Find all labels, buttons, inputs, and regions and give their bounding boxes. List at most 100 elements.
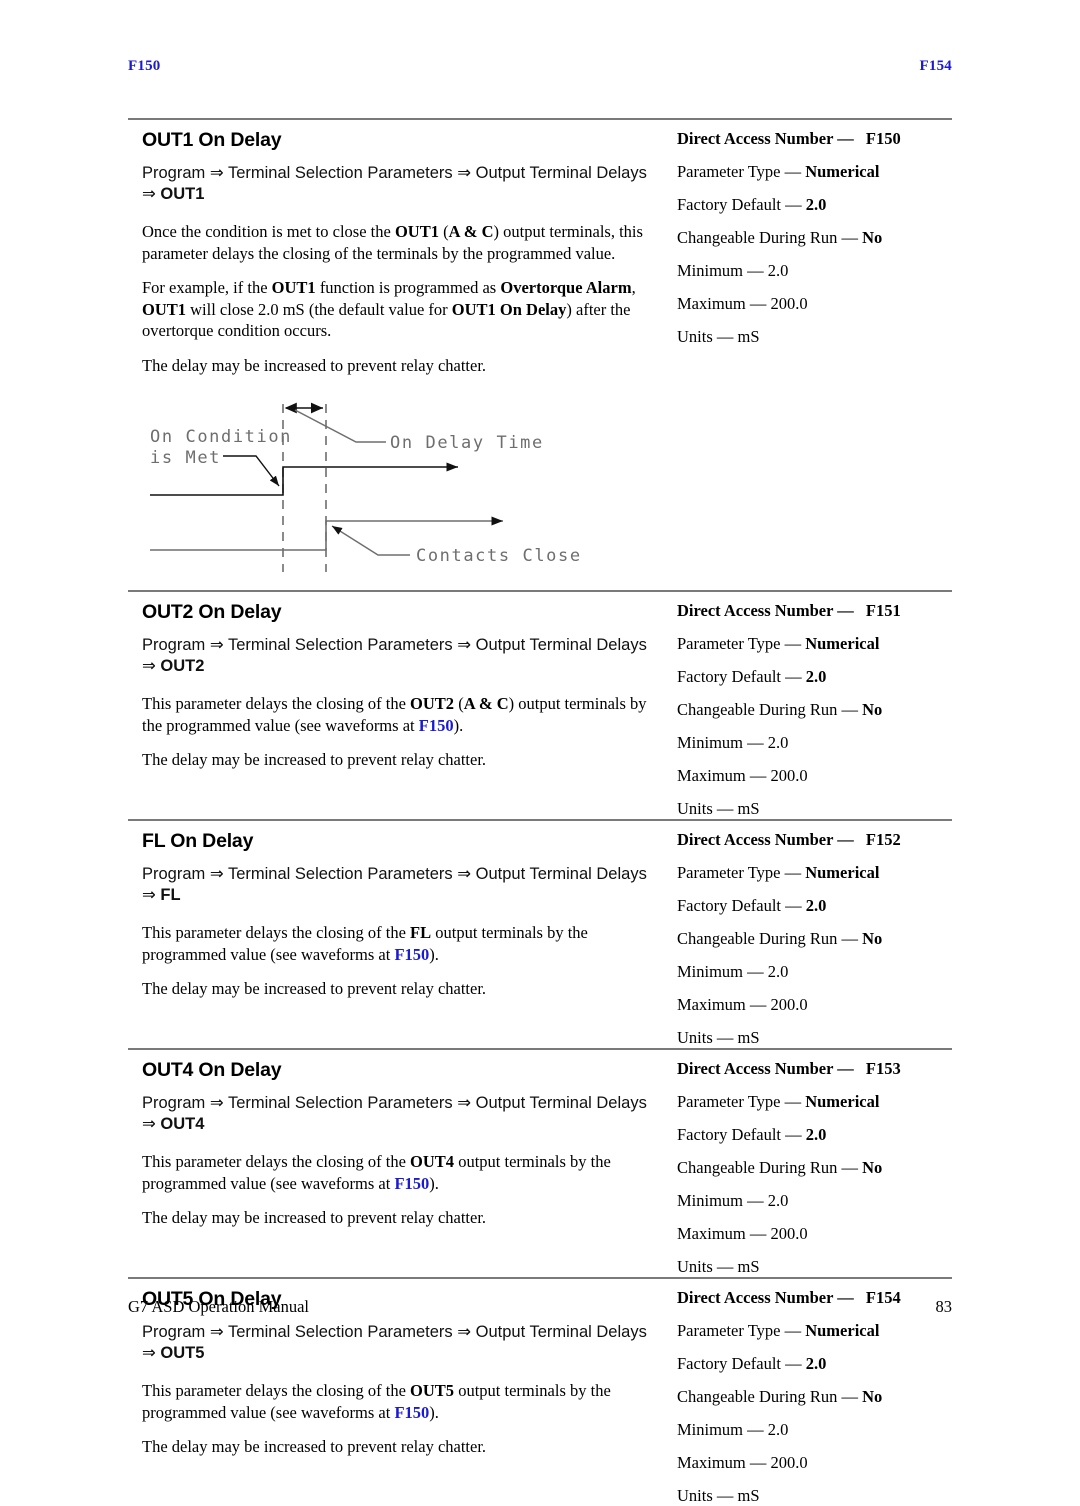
spec-factory-default-value: 2.0 [805, 195, 827, 214]
description-paragraph: The delay may be increased to prevent re… [142, 355, 655, 377]
spec-units-value: mS [737, 1486, 760, 1505]
spec-changeable-during-run-value: No [862, 1158, 883, 1177]
spec-parameter-type-label: Parameter Type — [677, 162, 806, 181]
parameter-spec-list: Direct Access Number — F152 Parameter Typ… [677, 830, 952, 1048]
emphasis-text: OUT1 [142, 299, 187, 319]
section-description-column: OUT4 On Delay Program ⇒ Terminal Selectio… [128, 1050, 663, 1229]
spec-changeable-during-run: Changeable During Run — No [677, 1387, 952, 1407]
emphasis-text: A & C [463, 694, 509, 713]
spec-units-value: mS [737, 799, 760, 818]
body-text: For example, if the [142, 278, 272, 297]
spec-direct-access-number-value: F150 [865, 129, 901, 148]
description-paragraph: This parameter delays the closing of the… [142, 1380, 655, 1423]
body-text: ). [429, 1173, 439, 1193]
spec-factory-default-label: Factory Default — [677, 195, 806, 214]
spec-factory-default-label: Factory Default — [677, 667, 806, 686]
spec-maximum-label: Maximum — [677, 294, 771, 313]
spec-factory-default: Factory Default — 2.0 [677, 896, 952, 916]
spec-changeable-during-run: Changeable During Run — No [677, 228, 952, 248]
body-text: , [631, 278, 636, 297]
spec-minimum-label: Minimum — [677, 1191, 768, 1210]
spec-factory-default-label: Factory Default — [677, 1354, 806, 1373]
section-title: OUT2 On Delay [142, 601, 282, 623]
spec-changeable-during-run: Changeable During Run — No [677, 1158, 952, 1178]
parameter-spec-list: Direct Access Number — F154 Parameter Typ… [677, 1288, 952, 1506]
spec-parameter-type-label: Parameter Type — [677, 1092, 806, 1111]
spec-units-value: mS [737, 327, 760, 346]
body-text: This parameter delays the closing of the [142, 694, 411, 713]
spec-maximum-label: Maximum — [677, 766, 771, 785]
diagram-label-contacts-close: Contacts Close [416, 546, 582, 566]
emphasis-text: OUT1 [271, 278, 316, 297]
body-text: ). [453, 715, 464, 735]
on-delay-timing-diagram: On Condition is Met On Delay Time Contacts … [128, 390, 663, 590]
body-text: ). [429, 944, 439, 964]
menu-navigation-path: Program ⇒ Terminal Selection Parameters … [142, 1093, 655, 1135]
spec-factory-default: Factory Default — 2.0 [677, 667, 952, 687]
spec-parameter-type-label: Parameter Type — [677, 634, 806, 653]
parameter-spec-list: Direct Access Number — F150 Parameter Typ… [677, 129, 952, 347]
menu-path-arrow: ⇒ [142, 1115, 161, 1133]
menu-navigation-path: Program ⇒ Terminal Selection Parameters … [142, 163, 655, 205]
spec-maximum-value: 200.0 [770, 1224, 808, 1243]
spec-maximum-value: 200.0 [770, 294, 808, 313]
running-head-left: F150 [128, 58, 161, 74]
spec-direct-access-number-label: Direct Access Number — [677, 1059, 858, 1078]
spec-minimum-label: Minimum — [677, 733, 768, 752]
document-page: F150 F154 OUT1 On Delay Program ⇒ Termina… [0, 0, 1080, 1505]
menu-navigation-path: Program ⇒ Terminal Selection Parameters … [142, 1322, 655, 1364]
body-text: ( [454, 694, 464, 713]
menu-path-target: OUT2 [160, 657, 205, 675]
spec-minimum: Minimum — 2.0 [677, 261, 952, 281]
body-text: The delay may be increased to prevent re… [142, 355, 487, 375]
spec-units-label: Units — [677, 799, 738, 818]
spec-factory-default: Factory Default — 2.0 [677, 1354, 952, 1374]
parameter-cross-reference[interactable]: F150 [419, 716, 454, 735]
spec-changeable-during-run-value: No [862, 700, 883, 719]
footer-page-number: 83 [935, 1297, 953, 1316]
spec-maximum-value: 200.0 [770, 766, 808, 785]
parameter-cross-reference[interactable]: F150 [394, 1174, 429, 1193]
spec-units-label: Units — [677, 327, 738, 346]
section-title: OUT4 On Delay [142, 1059, 282, 1081]
parameter-cross-reference[interactable]: F150 [394, 945, 429, 964]
spec-maximum: Maximum — 200.0 [677, 766, 952, 786]
spec-parameter-type-value: Numerical [805, 1321, 880, 1340]
spec-direct-access-number-value: F152 [865, 830, 901, 849]
menu-path-line1: Program ⇒ Terminal Selection Parameters … [142, 164, 647, 182]
spec-parameter-type-value: Numerical [805, 1092, 880, 1111]
diagram-label-on-condition-met: On Condition [150, 427, 292, 447]
parameter-section: FL On Delay Program ⇒ Terminal Selection … [128, 819, 952, 1048]
spec-minimum: Minimum — 2.0 [677, 1191, 952, 1211]
spec-direct-access-number: Direct Access Number — F151 [677, 601, 952, 621]
menu-path-target: FL [160, 886, 181, 904]
parameter-section: OUT4 On Delay Program ⇒ Terminal Selectio… [128, 1048, 952, 1277]
parameter-spec-column: Direct Access Number — F150 Parameter Typ… [663, 120, 952, 347]
spec-factory-default-value: 2.0 [805, 1125, 827, 1144]
menu-path-target: OUT1 [160, 185, 205, 203]
description-paragraph: The delay may be increased to prevent re… [142, 1436, 655, 1458]
parameter-cross-reference[interactable]: F150 [394, 1403, 429, 1422]
parameter-spec-list: Direct Access Number — F153 Parameter Typ… [677, 1059, 952, 1277]
spec-factory-default-value: 2.0 [805, 667, 827, 686]
parameter-spec-column: Direct Access Number — F151 Parameter Typ… [663, 592, 952, 819]
spec-maximum-label: Maximum — [677, 1453, 771, 1472]
spec-factory-default-value: 2.0 [805, 1354, 827, 1373]
spec-units-label: Units — [677, 1486, 738, 1505]
section-description-column: OUT1 On Delay Program ⇒ Terminal Selectio… [128, 120, 663, 590]
spec-minimum: Minimum — 2.0 [677, 962, 952, 982]
emphasis-text: A & C [448, 222, 494, 241]
menu-path-arrow: ⇒ [142, 185, 161, 203]
spec-maximum-label: Maximum — [677, 1224, 771, 1243]
spec-parameter-type-value: Numerical [805, 162, 880, 181]
description-paragraph: The delay may be increased to prevent re… [142, 978, 655, 1000]
menu-path-line1: Program ⇒ Terminal Selection Parameters … [142, 1094, 647, 1112]
menu-navigation-path: Program ⇒ Terminal Selection Parameters … [142, 864, 655, 906]
menu-path-target: OUT5 [160, 1344, 205, 1362]
running-head: F150 F154 [128, 58, 952, 75]
diagram-label-is-met: is Met [150, 448, 221, 468]
spec-changeable-during-run-value: No [862, 228, 883, 247]
spec-factory-default-label: Factory Default — [677, 1125, 806, 1144]
spec-units: Units — mS [677, 1257, 952, 1277]
spec-minimum-label: Minimum — [677, 261, 768, 280]
